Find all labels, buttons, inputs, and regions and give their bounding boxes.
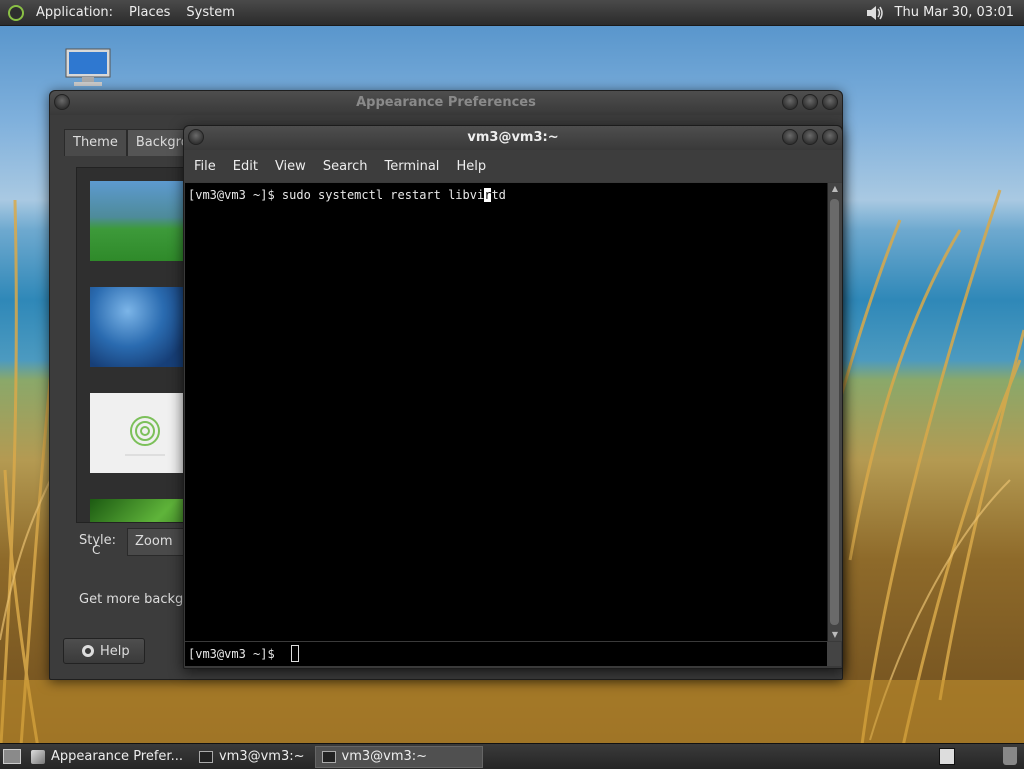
terminal-titlebar[interactable]: vm3@vm3:~ (184, 126, 842, 150)
help-label: Help (100, 643, 130, 659)
menu-terminal[interactable]: Terminal (377, 159, 446, 174)
distro-logo-icon[interactable] (8, 4, 24, 21)
wallpaper-thumbnail[interactable] (90, 181, 184, 261)
taskbar-item-appearance[interactable]: Appearance Prefer... (25, 746, 189, 768)
wallpaper-thumbnail[interactable] (90, 499, 184, 522)
top-panel: Application: Places System Thu Mar 30, 0… (0, 0, 1024, 26)
menu-system[interactable]: System (178, 0, 242, 25)
terminal-input-bar[interactable]: [vm3@vm3 ~]$ (185, 642, 841, 666)
input-cursor[interactable] (291, 645, 299, 662)
window-menu-icon[interactable] (54, 94, 70, 110)
speaker-icon[interactable] (865, 4, 885, 22)
taskbar-item-terminal[interactable]: vm3@vm3:~ (193, 746, 311, 768)
wallpaper-thumbnail[interactable] (90, 287, 184, 367)
maximize-icon[interactable] (802, 129, 818, 145)
lifebuoy-icon (82, 645, 94, 657)
menu-places[interactable]: Places (121, 0, 178, 25)
maximize-icon[interactable] (802, 94, 818, 110)
task-label: vm3@vm3:~ (218, 749, 305, 764)
terminal-icon (198, 750, 213, 763)
minimize-icon[interactable] (782, 129, 798, 145)
window-title: vm3@vm3:~ (467, 130, 559, 145)
tab-theme[interactable]: Theme (64, 129, 127, 156)
input-bar-scrollbar[interactable] (827, 642, 841, 666)
help-button[interactable]: Help (63, 638, 145, 664)
terminal-command-line: [vm3@vm3 ~]$ sudo systemctl restart libv… (188, 188, 506, 202)
scroll-up-icon[interactable]: ▲ (828, 183, 842, 195)
window-title: Appearance Preferences (356, 95, 536, 110)
appearance-titlebar[interactable]: Appearance Preferences (50, 91, 842, 115)
taskbar-item-terminal-active[interactable]: vm3@vm3:~ (314, 745, 483, 768)
wallpaper-thumbnail[interactable] (90, 393, 184, 473)
menu-applications[interactable]: Application: (28, 0, 121, 25)
scroll-thumb[interactable] (830, 199, 839, 625)
style-label: Style: (79, 533, 117, 548)
menu-file[interactable]: File (187, 159, 223, 174)
menu-help[interactable]: Help (449, 159, 493, 174)
terminal-scrollbar[interactable]: ▲ ▼ (827, 183, 842, 641)
scroll-down-icon[interactable]: ▼ (828, 629, 842, 641)
workspace-switcher[interactable] (939, 748, 955, 765)
terminal-output[interactable]: [vm3@vm3 ~]$ sudo systemctl restart libv… (185, 183, 827, 641)
terminal-window: vm3@vm3:~ File Edit View Search Terminal… (183, 125, 843, 669)
task-label: vm3@vm3:~ (341, 749, 428, 764)
get-more-backgrounds-link[interactable]: Get more backgro (79, 592, 196, 607)
menu-search[interactable]: Search (316, 159, 375, 174)
command-text-tail: td (491, 188, 506, 202)
clock[interactable]: Thu Mar 30, 03:01 (891, 5, 1024, 20)
terminal-menubar: File Edit View Search Terminal Help (184, 150, 842, 182)
task-label: Appearance Prefer... (51, 749, 183, 764)
menu-edit[interactable]: Edit (226, 159, 265, 174)
menu-view[interactable]: View (268, 159, 313, 174)
terminal-icon (321, 750, 336, 763)
trash-icon[interactable] (1003, 747, 1017, 765)
shell-prompt: [vm3@vm3 ~]$ (188, 647, 275, 661)
spiral-logo-icon (125, 416, 165, 456)
window-menu-icon[interactable] (188, 129, 204, 145)
computer-icon[interactable] (64, 47, 112, 89)
appearance-icon (31, 749, 45, 764)
command-text: [vm3@vm3 ~]$ sudo systemctl restart libv… (188, 188, 485, 202)
show-desktop-icon[interactable] (3, 749, 21, 764)
close-icon[interactable] (822, 129, 838, 145)
top-panel-tray: Thu Mar 30, 03:01 (865, 0, 1024, 25)
close-icon[interactable] (822, 94, 838, 110)
bottom-panel: Appearance Prefer... vm3@vm3:~ vm3@vm3:~ (0, 743, 1024, 769)
minimize-icon[interactable] (782, 94, 798, 110)
